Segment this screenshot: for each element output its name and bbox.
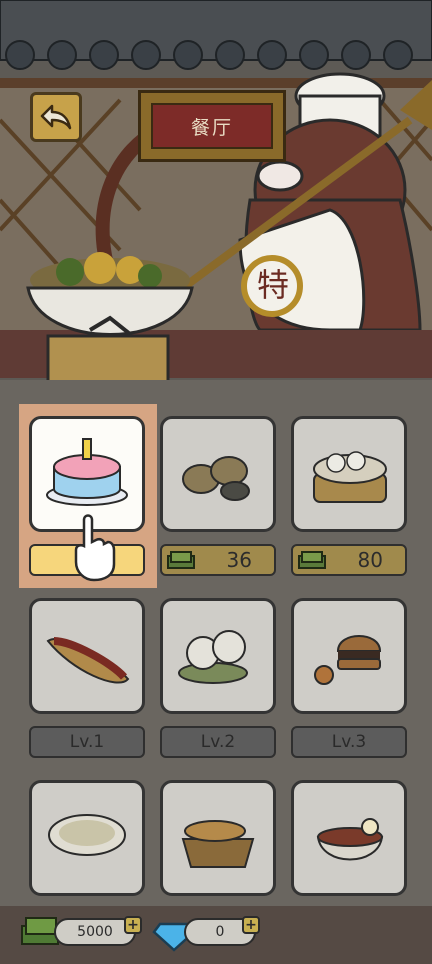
add-cash-button[interactable]: + (124, 916, 142, 934)
chef-badge: 特 (257, 266, 289, 304)
back-arrow-icon (40, 104, 72, 130)
cash-stack-icon (298, 551, 326, 569)
tap-hand-icon (74, 514, 116, 582)
menu-tile-noodle-bowl[interactable] (291, 780, 407, 896)
menu-tile-steamed-buns[interactable] (291, 416, 407, 532)
price-value: 80 (357, 548, 383, 572)
level-label-hotdog: Lv.1 (29, 726, 145, 758)
level-label-hamburger: Lv.3 (291, 726, 407, 758)
restaurant-sign: 餐厅 (138, 90, 286, 162)
menu-tile-hamburger[interactable] (291, 598, 407, 714)
cash-stack-icon (167, 551, 195, 569)
menu-tile-rice-burger[interactable] (160, 598, 276, 714)
bread-basket-icon (181, 820, 255, 868)
roof-tiles (0, 0, 432, 70)
menu-tile-potatoes[interactable] (160, 416, 276, 532)
price-label-potatoes: 36 (160, 544, 276, 576)
price-value: 36 (226, 548, 252, 572)
rice-burger-icon (178, 630, 248, 684)
hotdog-icon (46, 637, 130, 684)
restaurant-scene: 特 (0, 0, 432, 380)
menu-tile-bread-basket[interactable] (160, 780, 276, 896)
menu-tile-fried-rice[interactable] (29, 780, 145, 896)
add-gems-button[interactable]: + (242, 916, 260, 934)
fried-rice-icon (48, 814, 126, 856)
menu-tile-hotdog[interactable] (29, 598, 145, 714)
steamer-icon (313, 451, 387, 503)
hamburger-icon (314, 635, 382, 685)
price-label-steamed-buns: 80 (291, 544, 407, 576)
back-button[interactable] (30, 92, 82, 142)
potatoes-icon (182, 456, 250, 501)
noodle-bowl-icon (316, 818, 384, 861)
sign-title: 餐厅 (151, 103, 273, 149)
level-label-rice-burger: Lv.2 (160, 726, 276, 758)
